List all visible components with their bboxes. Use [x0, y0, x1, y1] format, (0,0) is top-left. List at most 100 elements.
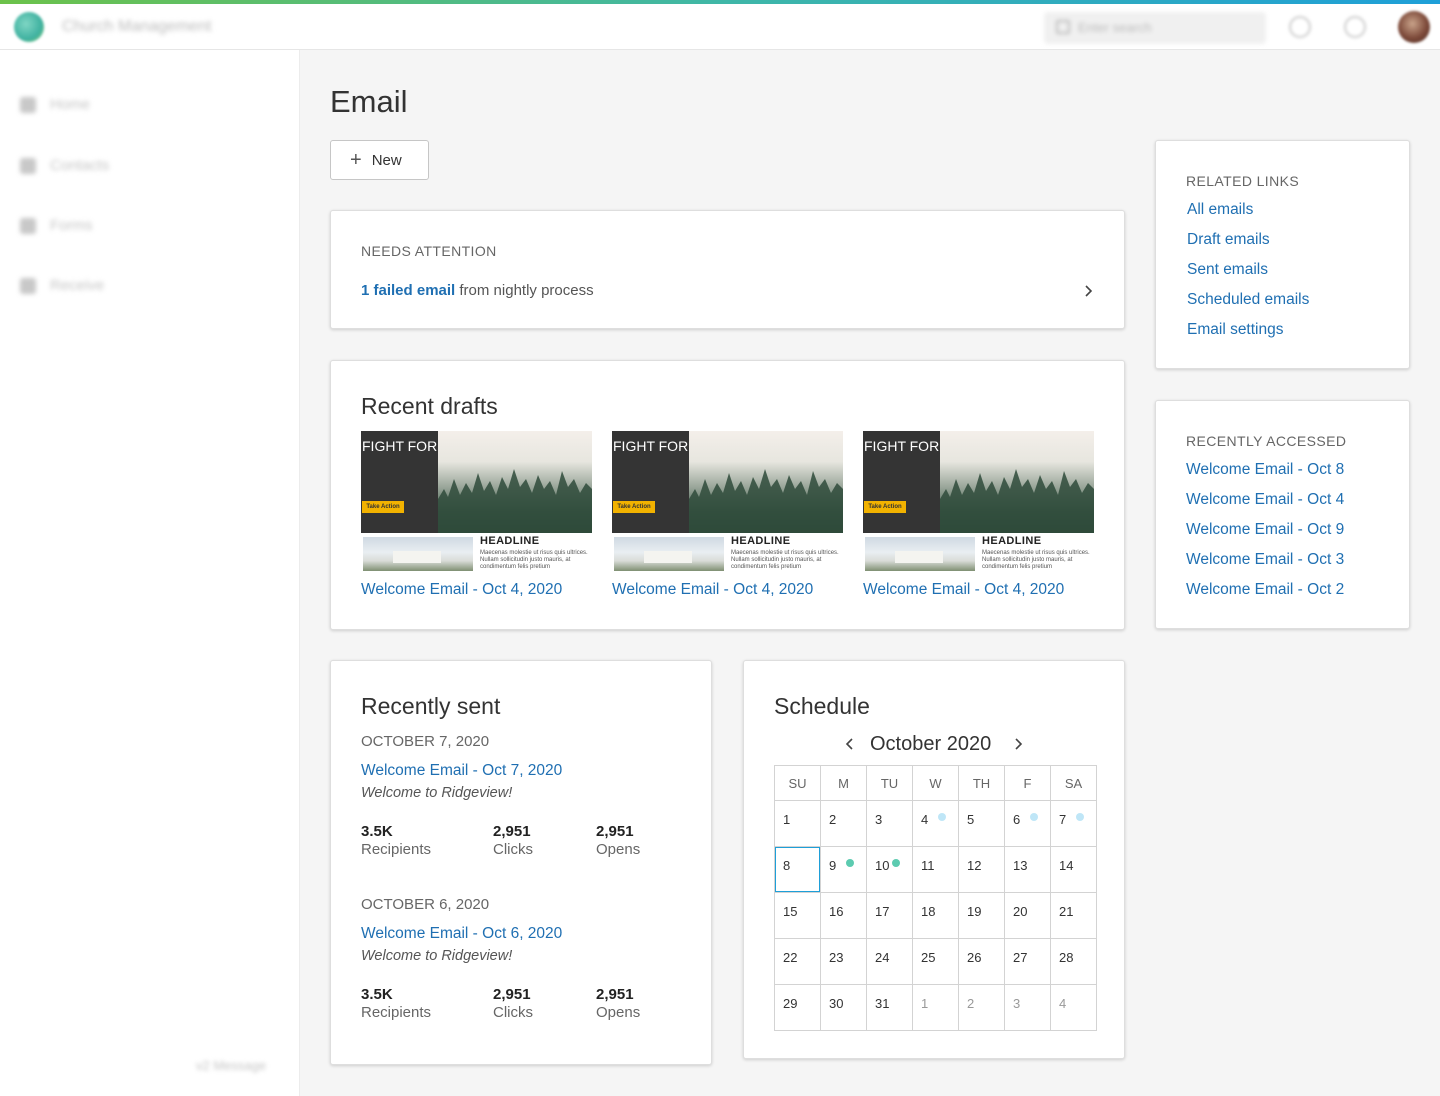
calendar-week: 8 9 10 11 12 13 14 [774, 846, 1097, 893]
calendar-day[interactable]: 8 [774, 846, 821, 893]
calendar-day[interactable]: 25 [912, 938, 959, 985]
sidebar-item-forms[interactable]: Forms [20, 215, 220, 237]
stat-label: Recipients [361, 1004, 432, 1021]
calendar-day[interactable]: 28 [1050, 938, 1097, 985]
sent-email-link[interactable]: Welcome Email - Oct 7, 2020 [361, 762, 701, 780]
related-link-draft-emails[interactable]: Draft emails [1187, 231, 1309, 261]
stat-opens: 2,951 Opens [596, 986, 640, 1021]
day-number: 18 [921, 904, 936, 919]
form-icon [20, 218, 36, 234]
draft-thumbnail[interactable]: FIGHT FOR WHAT MATTERS Take Action HEADL… [863, 431, 1094, 571]
calendar-day[interactable]: 23 [820, 938, 867, 985]
calendar-day[interactable]: 10 [866, 846, 913, 893]
day-number: 1 [921, 996, 929, 1011]
chevron-right-icon[interactable] [1083, 281, 1095, 301]
bell-icon[interactable] [1344, 16, 1366, 38]
stat-clicks: 2,951 Clicks [493, 986, 533, 1021]
stat-value: 2,951 [493, 823, 531, 840]
draft-thumbnail[interactable]: FIGHT FOR WHAT MATTERS Take Action HEADL… [612, 431, 843, 571]
calendar-day[interactable]: 17 [866, 892, 913, 939]
calendar-day[interactable]: 13 [1004, 846, 1051, 893]
draft-link[interactable]: Welcome Email - Oct 4, 2020 [612, 581, 843, 599]
day-number: 28 [1059, 950, 1074, 965]
calendar-day[interactable]: 7 [1050, 800, 1097, 847]
draft-link[interactable]: Welcome Email - Oct 4, 2020 [863, 581, 1094, 599]
calendar-day[interactable]: 2 [958, 984, 1005, 1031]
calendar-day[interactable]: 14 [1050, 846, 1097, 893]
calendar-day[interactable]: 31 [866, 984, 913, 1031]
calendar-day[interactable]: 4 [912, 800, 959, 847]
thumbnail-headline: HEADLINE [480, 535, 540, 547]
day-number: 3 [875, 812, 883, 827]
day-number: 15 [783, 904, 798, 919]
stat-value: 3.5K [361, 823, 393, 840]
calendar-day[interactable]: 22 [774, 938, 821, 985]
calendar-day[interactable]: 15 [774, 892, 821, 939]
recently-accessed-link[interactable]: Welcome Email - Oct 2 [1186, 581, 1344, 611]
calendar-day[interactable]: 2 [820, 800, 867, 847]
calendar-day[interactable]: 16 [820, 892, 867, 939]
sidebar-item-home[interactable]: Home [20, 94, 220, 116]
day-number: 19 [967, 904, 982, 919]
calendar-day[interactable]: 12 [958, 846, 1005, 893]
calendar-day[interactable]: 30 [820, 984, 867, 1031]
calendar-day[interactable]: 6 [1004, 800, 1051, 847]
recently-accessed-link[interactable]: Welcome Email - Oct 4 [1186, 491, 1344, 521]
sent-email-link[interactable]: Welcome Email - Oct 6, 2020 [361, 925, 701, 943]
new-email-button[interactable]: + New [330, 140, 429, 180]
related-link-email-settings[interactable]: Email settings [1187, 321, 1309, 351]
recently-accessed-link[interactable]: Welcome Email - Oct 8 [1186, 461, 1344, 491]
user-avatar[interactable] [1398, 11, 1430, 43]
related-link-all-emails[interactable]: All emails [1187, 201, 1309, 231]
sent-group: OCTOBER 6, 2020 Welcome Email - Oct 6, 2… [361, 896, 701, 1026]
failed-email-link[interactable]: 1 failed email [361, 282, 455, 299]
calendar-day[interactable]: 21 [1050, 892, 1097, 939]
card-icon [20, 278, 36, 294]
calendar-day[interactable]: 19 [958, 892, 1005, 939]
chevron-right-icon[interactable] [1012, 736, 1024, 752]
draft-item: FIGHT FOR WHAT MATTERS Take Action HEADL… [361, 431, 592, 599]
app-logo-icon[interactable] [14, 12, 44, 42]
calendar-day[interactable]: 9 [820, 846, 867, 893]
sidebar-item-label: Contacts [50, 157, 110, 174]
calendar-day[interactable]: 26 [958, 938, 1005, 985]
calendar-day[interactable]: 18 [912, 892, 959, 939]
sidebar: Home Contacts Forms Receive v2 Message [0, 50, 300, 1096]
day-number: 22 [783, 950, 798, 965]
sidebar-footer[interactable]: v2 Message [196, 1058, 266, 1073]
recently-accessed-link[interactable]: Welcome Email - Oct 3 [1186, 551, 1344, 581]
calendar-day[interactable]: 4 [1050, 984, 1097, 1031]
calendar-day[interactable]: 5 [958, 800, 1005, 847]
search-input[interactable]: Enter search [1044, 12, 1266, 44]
person-icon [20, 158, 36, 174]
calendar-day[interactable]: 29 [774, 984, 821, 1031]
weekday-header: M [820, 765, 867, 801]
day-number: 13 [1013, 858, 1028, 873]
sidebar-item-receive[interactable]: Receive [20, 275, 220, 297]
related-link-sent-emails[interactable]: Sent emails [1187, 261, 1309, 291]
calendar-day[interactable]: 1 [774, 800, 821, 847]
calendar-day[interactable]: 1 [912, 984, 959, 1031]
sent-date: OCTOBER 7, 2020 [361, 733, 490, 750]
scheduled-indicator-dot [1030, 813, 1038, 821]
chevron-left-icon[interactable] [844, 736, 856, 752]
stat-label: Clicks [493, 1004, 533, 1021]
calendar-day[interactable]: 24 [866, 938, 913, 985]
calendar-day[interactable]: 3 [1004, 984, 1051, 1031]
related-link-scheduled-emails[interactable]: Scheduled emails [1187, 291, 1309, 321]
day-number: 12 [967, 858, 982, 873]
help-icon[interactable] [1289, 16, 1311, 38]
calendar-day[interactable]: 27 [1004, 938, 1051, 985]
day-number: 8 [783, 858, 791, 873]
draft-link[interactable]: Welcome Email - Oct 4, 2020 [361, 581, 592, 599]
sidebar-item-contacts[interactable]: Contacts [20, 155, 220, 177]
stat-recipients: 3.5K Recipients [361, 986, 431, 1021]
day-number: 7 [1059, 812, 1067, 827]
calendar-day[interactable]: 3 [866, 800, 913, 847]
thumbnail-take-action: Take Action [864, 501, 906, 513]
calendar-day[interactable]: 20 [1004, 892, 1051, 939]
draft-thumbnail[interactable]: FIGHT FOR WHAT MATTERS Take Action HEADL… [361, 431, 592, 571]
day-number: 1 [783, 812, 791, 827]
recently-accessed-link[interactable]: Welcome Email - Oct 9 [1186, 521, 1344, 551]
calendar-day[interactable]: 11 [912, 846, 959, 893]
